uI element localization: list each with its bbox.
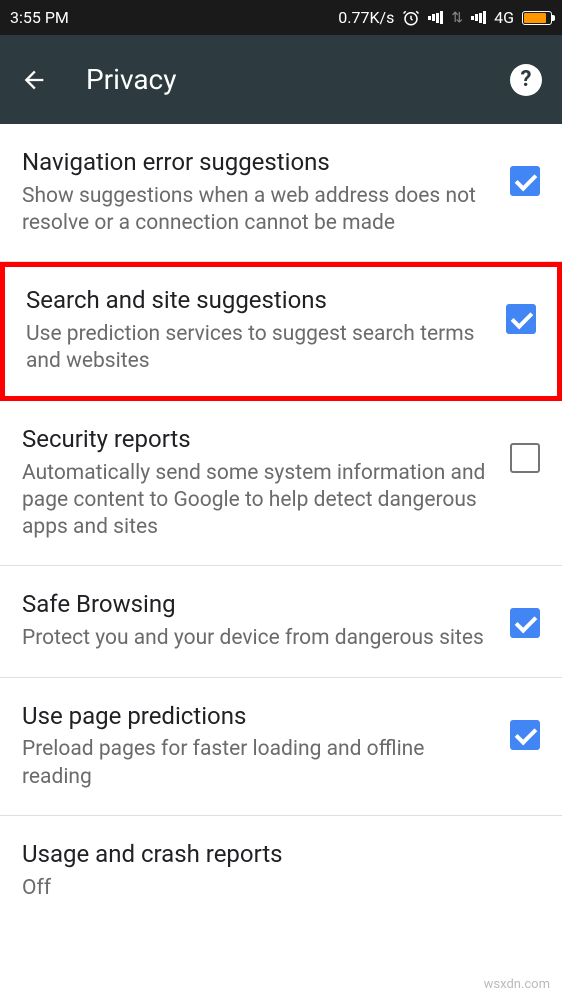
battery-icon xyxy=(522,11,552,25)
setting-desc: Automatically send some system informati… xyxy=(22,460,494,542)
checkbox-security-reports[interactable] xyxy=(510,443,540,473)
setting-security-reports[interactable]: Security reports Automatically send some… xyxy=(0,401,562,567)
setting-safe-browsing[interactable]: Safe Browsing Protect you and your devic… xyxy=(0,566,562,677)
checkbox-search-suggestions[interactable] xyxy=(506,304,536,334)
setting-title: Security reports xyxy=(22,425,494,454)
setting-title: Navigation error suggestions xyxy=(22,148,494,177)
back-button[interactable] xyxy=(20,66,48,94)
watermark: wsxdn.com xyxy=(484,977,550,992)
page-title: Privacy xyxy=(86,63,510,96)
setting-title: Usage and crash reports xyxy=(22,840,540,869)
highlighted-setting: Search and site suggestions Use predicti… xyxy=(0,262,562,400)
app-bar: Privacy ? xyxy=(0,35,562,124)
signal-icon-1 xyxy=(428,11,443,24)
setting-usage-crash[interactable]: Usage and crash reports Off xyxy=(0,816,562,926)
checkbox-safe-browsing[interactable] xyxy=(510,608,540,638)
setting-desc: Show suggestions when a web address does… xyxy=(22,183,494,238)
checkbox-navigation-error[interactable] xyxy=(510,166,540,196)
setting-page-predictions[interactable]: Use page predictions Preload pages for f… xyxy=(0,678,562,816)
setting-title: Use page predictions xyxy=(22,702,494,731)
checkbox-page-predictions[interactable] xyxy=(510,720,540,750)
setting-desc: Preload pages for faster loading and off… xyxy=(22,736,494,791)
setting-search-suggestions[interactable]: Search and site suggestions Use predicti… xyxy=(0,262,562,399)
signal-icon-2 xyxy=(471,11,486,24)
status-speed: 0.77K/s xyxy=(338,8,394,27)
status-time: 3:55 PM xyxy=(10,8,69,27)
setting-title: Search and site suggestions xyxy=(26,286,490,315)
settings-list: Navigation error suggestions Show sugges… xyxy=(0,124,562,926)
setting-desc: Protect you and your device from dangero… xyxy=(22,625,494,652)
status-bar: 3:55 PM 0.77K/s ⇅ 4G xyxy=(0,0,562,35)
help-button[interactable]: ? xyxy=(510,64,542,96)
setting-desc: Use prediction services to suggest searc… xyxy=(26,321,490,376)
network-label: 4G xyxy=(494,8,514,27)
data-arrows-icon: ⇅ xyxy=(451,10,463,26)
setting-desc: Off xyxy=(22,875,540,902)
setting-title: Safe Browsing xyxy=(22,590,494,619)
setting-navigation-error[interactable]: Navigation error suggestions Show sugges… xyxy=(0,124,562,262)
alarm-icon xyxy=(402,9,420,27)
